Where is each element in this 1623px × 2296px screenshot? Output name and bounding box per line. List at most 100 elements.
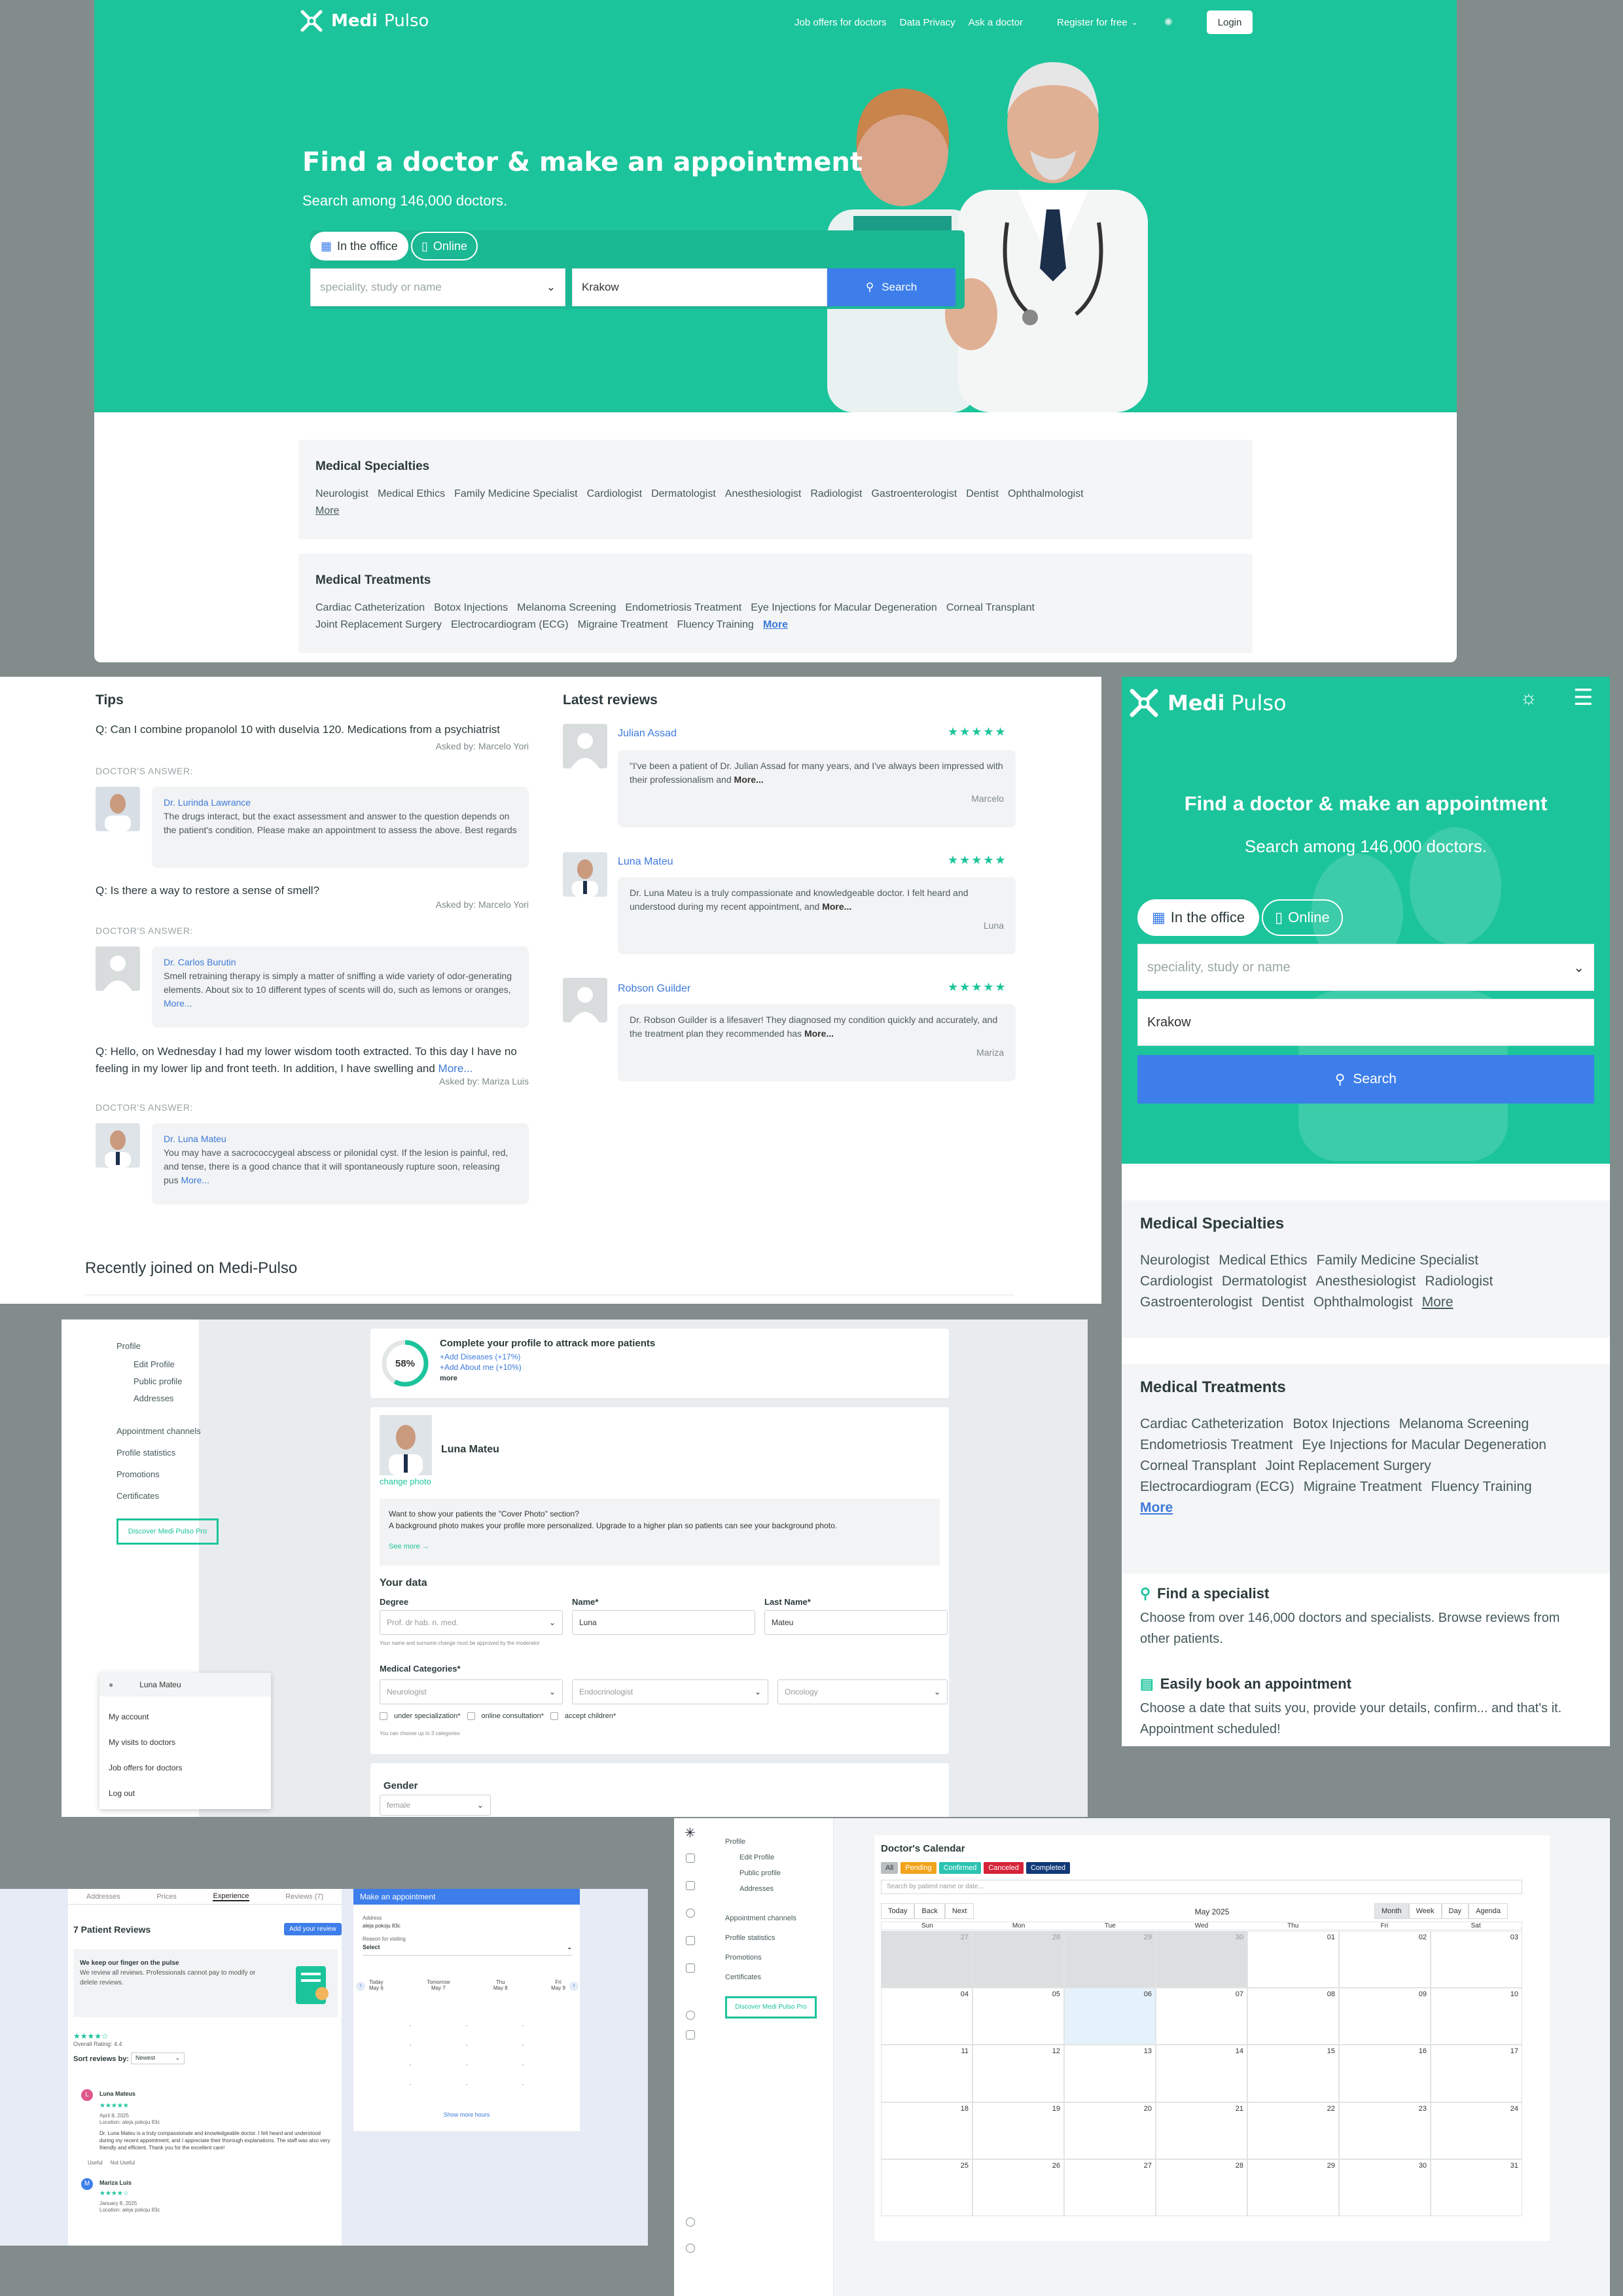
view-agenda[interactable]: Agenda	[1469, 1903, 1508, 1919]
users-icon[interactable]	[686, 1909, 695, 1918]
useful-button[interactable]: Useful	[88, 2160, 103, 2166]
calendar-day-cell[interactable]: 24	[1431, 2102, 1522, 2159]
treatment-link[interactable]: Electrocardiogram (ECG)	[1140, 1479, 1294, 1494]
treatment-link[interactable]: Eye Injections for Macular Degeneration	[751, 602, 937, 613]
calendar-day-cell[interactable]: 02	[1339, 1931, 1431, 1988]
specialty-link[interactable]: Cardiologist	[1140, 1274, 1213, 1289]
menu-my-account[interactable]: My account	[109, 1704, 262, 1730]
chart-icon[interactable]	[686, 1936, 695, 1945]
nav-addresses[interactable]: Addresses	[725, 1881, 830, 1897]
specialty-link[interactable]: Gastroenterologist	[1140, 1295, 1253, 1310]
last-name-input[interactable]: Mateu	[764, 1610, 948, 1635]
calendar-day-cell[interactable]: 30	[1156, 1931, 1247, 1988]
calendar-day-cell[interactable]: 07	[1156, 1988, 1247, 2045]
calendar-day-cell[interactable]: 08	[1247, 1988, 1339, 2045]
tip-doctor-name[interactable]: Dr. Luna Mateu	[164, 1132, 517, 1146]
filter-confirmed[interactable]: Confirmed	[938, 1862, 982, 1874]
name-input[interactable]: Luna	[572, 1610, 755, 1635]
review-more-link[interactable]: More...	[734, 774, 764, 785]
treatment-link[interactable]: Electrocardiogram (ECG)	[451, 619, 569, 630]
specialty-link[interactable]: Ophthalmologist	[1008, 488, 1084, 499]
nav-appointment-channels[interactable]: Appointment channels	[116, 1420, 234, 1442]
tip-doctor-name[interactable]: Dr. Lurinda Lawrance	[164, 796, 517, 810]
gender-select[interactable]: female ⌄	[380, 1795, 491, 1816]
theme-icon[interactable]: ✺	[1164, 16, 1173, 29]
review-more-link[interactable]: More...	[822, 901, 851, 912]
nav-ask-doctor[interactable]: Ask a doctor	[969, 17, 1023, 28]
search-button[interactable]: ⚲ Search	[827, 268, 955, 306]
nav-profile[interactable]: Profile	[725, 1834, 830, 1850]
treatment-link[interactable]: Cardiac Catheterization	[1140, 1416, 1283, 1431]
tip-more-link[interactable]: More...	[181, 1175, 209, 1185]
specialties-more-link[interactable]: More	[315, 505, 339, 516]
treatment-link[interactable]: Melanoma Screening	[1399, 1416, 1529, 1431]
review-doctor-name[interactable]: Luna Mateu	[618, 856, 673, 868]
speciality-select[interactable]: speciality, study or name ⌄	[1137, 944, 1594, 991]
specialty-link[interactable]: Radiologist	[810, 488, 862, 499]
checkbox[interactable]	[380, 1712, 387, 1720]
city-input[interactable]: Krakow	[1137, 999, 1594, 1046]
degree-select[interactable]: Prof. dr hab. n. med. ⌄	[380, 1610, 563, 1635]
login-button[interactable]: Login	[1207, 10, 1253, 34]
specialty-link[interactable]: Dermatologist	[1222, 1274, 1307, 1289]
send-icon[interactable]	[686, 1964, 695, 1973]
specialty-link[interactable]: Dentist	[966, 488, 999, 499]
calendar-day-cell[interactable]: 12	[972, 2045, 1064, 2102]
filter-canceled[interactable]: Canceled	[984, 1862, 1024, 1874]
calendar-day-cell[interactable]: 20	[1064, 2102, 1156, 2159]
review-doctor-name[interactable]: Robson Guilder	[618, 983, 690, 995]
account-icon[interactable]	[686, 2244, 695, 2253]
nav-edit-profile[interactable]: Edit Profile	[725, 1850, 830, 1865]
calendar-day-cell[interactable]: 18	[881, 2102, 972, 2159]
calendar-day-cell[interactable]: 28	[1156, 2159, 1247, 2216]
tab-addresses[interactable]: Addresses	[86, 1893, 120, 1901]
specialty-link[interactable]: Neurologist	[315, 488, 368, 499]
treatment-link[interactable]: Melanoma Screening	[517, 602, 616, 613]
filter-all[interactable]: All	[881, 1862, 899, 1874]
calendar-day-cell[interactable]: 03	[1431, 1931, 1522, 1988]
calendar-search-input[interactable]: Search by patient name or date...	[881, 1880, 1522, 1894]
tip-more-link[interactable]: More...	[164, 998, 192, 1009]
nav-profile[interactable]: Profile	[116, 1336, 234, 1356]
specialty-link[interactable]: Gastroenterologist	[871, 488, 957, 499]
category-select-3[interactable]: Oncology ⌄	[777, 1679, 948, 1704]
discover-pro-button[interactable]: Discover Medi Pulso Pro	[725, 1996, 817, 2018]
treatment-link[interactable]: Fluency Training	[1431, 1479, 1532, 1494]
nav-register[interactable]: Register for free	[1057, 17, 1128, 28]
category-select-1[interactable]: Neurologist ⌄	[380, 1679, 563, 1704]
treatment-link[interactable]: Migraine Treatment	[578, 619, 668, 630]
nav-promotions[interactable]: Promotions	[116, 1463, 234, 1485]
help-icon[interactable]	[686, 2217, 695, 2227]
specialty-link[interactable]: Anesthesiologist	[1315, 1274, 1416, 1289]
calendar-day-cell[interactable]: 16	[1339, 2045, 1431, 2102]
calendar-day-cell[interactable]: 30	[1339, 2159, 1431, 2216]
see-more-link[interactable]: See more →	[389, 1541, 931, 1552]
treatment-link[interactable]: Botox Injections	[434, 602, 508, 613]
nav-edit-profile[interactable]: Edit Profile	[116, 1356, 234, 1373]
completion-more-link[interactable]: more	[440, 1374, 457, 1382]
specialty-link[interactable]: Ophthalmologist	[1313, 1295, 1413, 1310]
tip-question[interactable]: Q: Can I combine propanolol 10 with duse…	[96, 721, 527, 738]
specialties-more-link[interactable]: More	[1422, 1295, 1454, 1310]
calendar-day-cell[interactable]: 25	[881, 2159, 972, 2216]
nav-promotions[interactable]: Promotions	[725, 1948, 830, 1967]
treatment-link[interactable]: Endometriosis Treatment	[1140, 1437, 1293, 1452]
calendar-day-cell[interactable]: 05	[972, 1988, 1064, 2045]
treatment-link[interactable]: Fluency Training	[677, 619, 753, 630]
tab-experience[interactable]: Experience	[213, 1892, 249, 1901]
calendar-day-cell[interactable]: 21	[1156, 2102, 1247, 2159]
reason-select[interactable]: Select ⌄	[363, 1944, 572, 1956]
specialty-link[interactable]: Anesthesiologist	[725, 488, 802, 499]
calendar-day-cell[interactable]: 27	[881, 1931, 972, 1988]
view-day[interactable]: Day	[1441, 1903, 1469, 1919]
calendar-day-cell[interactable]: 11	[881, 2045, 972, 2102]
logo-icon[interactable]: ✳	[685, 1825, 696, 1841]
mobile-brand-logo[interactable]: Medi Pulso	[1127, 686, 1287, 720]
discover-pro-button[interactable]: Discover Medi Pulso Pro	[116, 1518, 219, 1545]
menu-icon[interactable]: ☰	[1573, 685, 1593, 711]
calendar-icon[interactable]	[686, 1854, 695, 1863]
calendar-day-cell[interactable]: 06	[1064, 1988, 1156, 2045]
specialty-link[interactable]: Cardiologist	[587, 488, 642, 499]
nav-public-profile[interactable]: Public profile	[725, 1865, 830, 1881]
add-diseases-link[interactable]: +Add Diseases (+17%)	[440, 1352, 520, 1361]
